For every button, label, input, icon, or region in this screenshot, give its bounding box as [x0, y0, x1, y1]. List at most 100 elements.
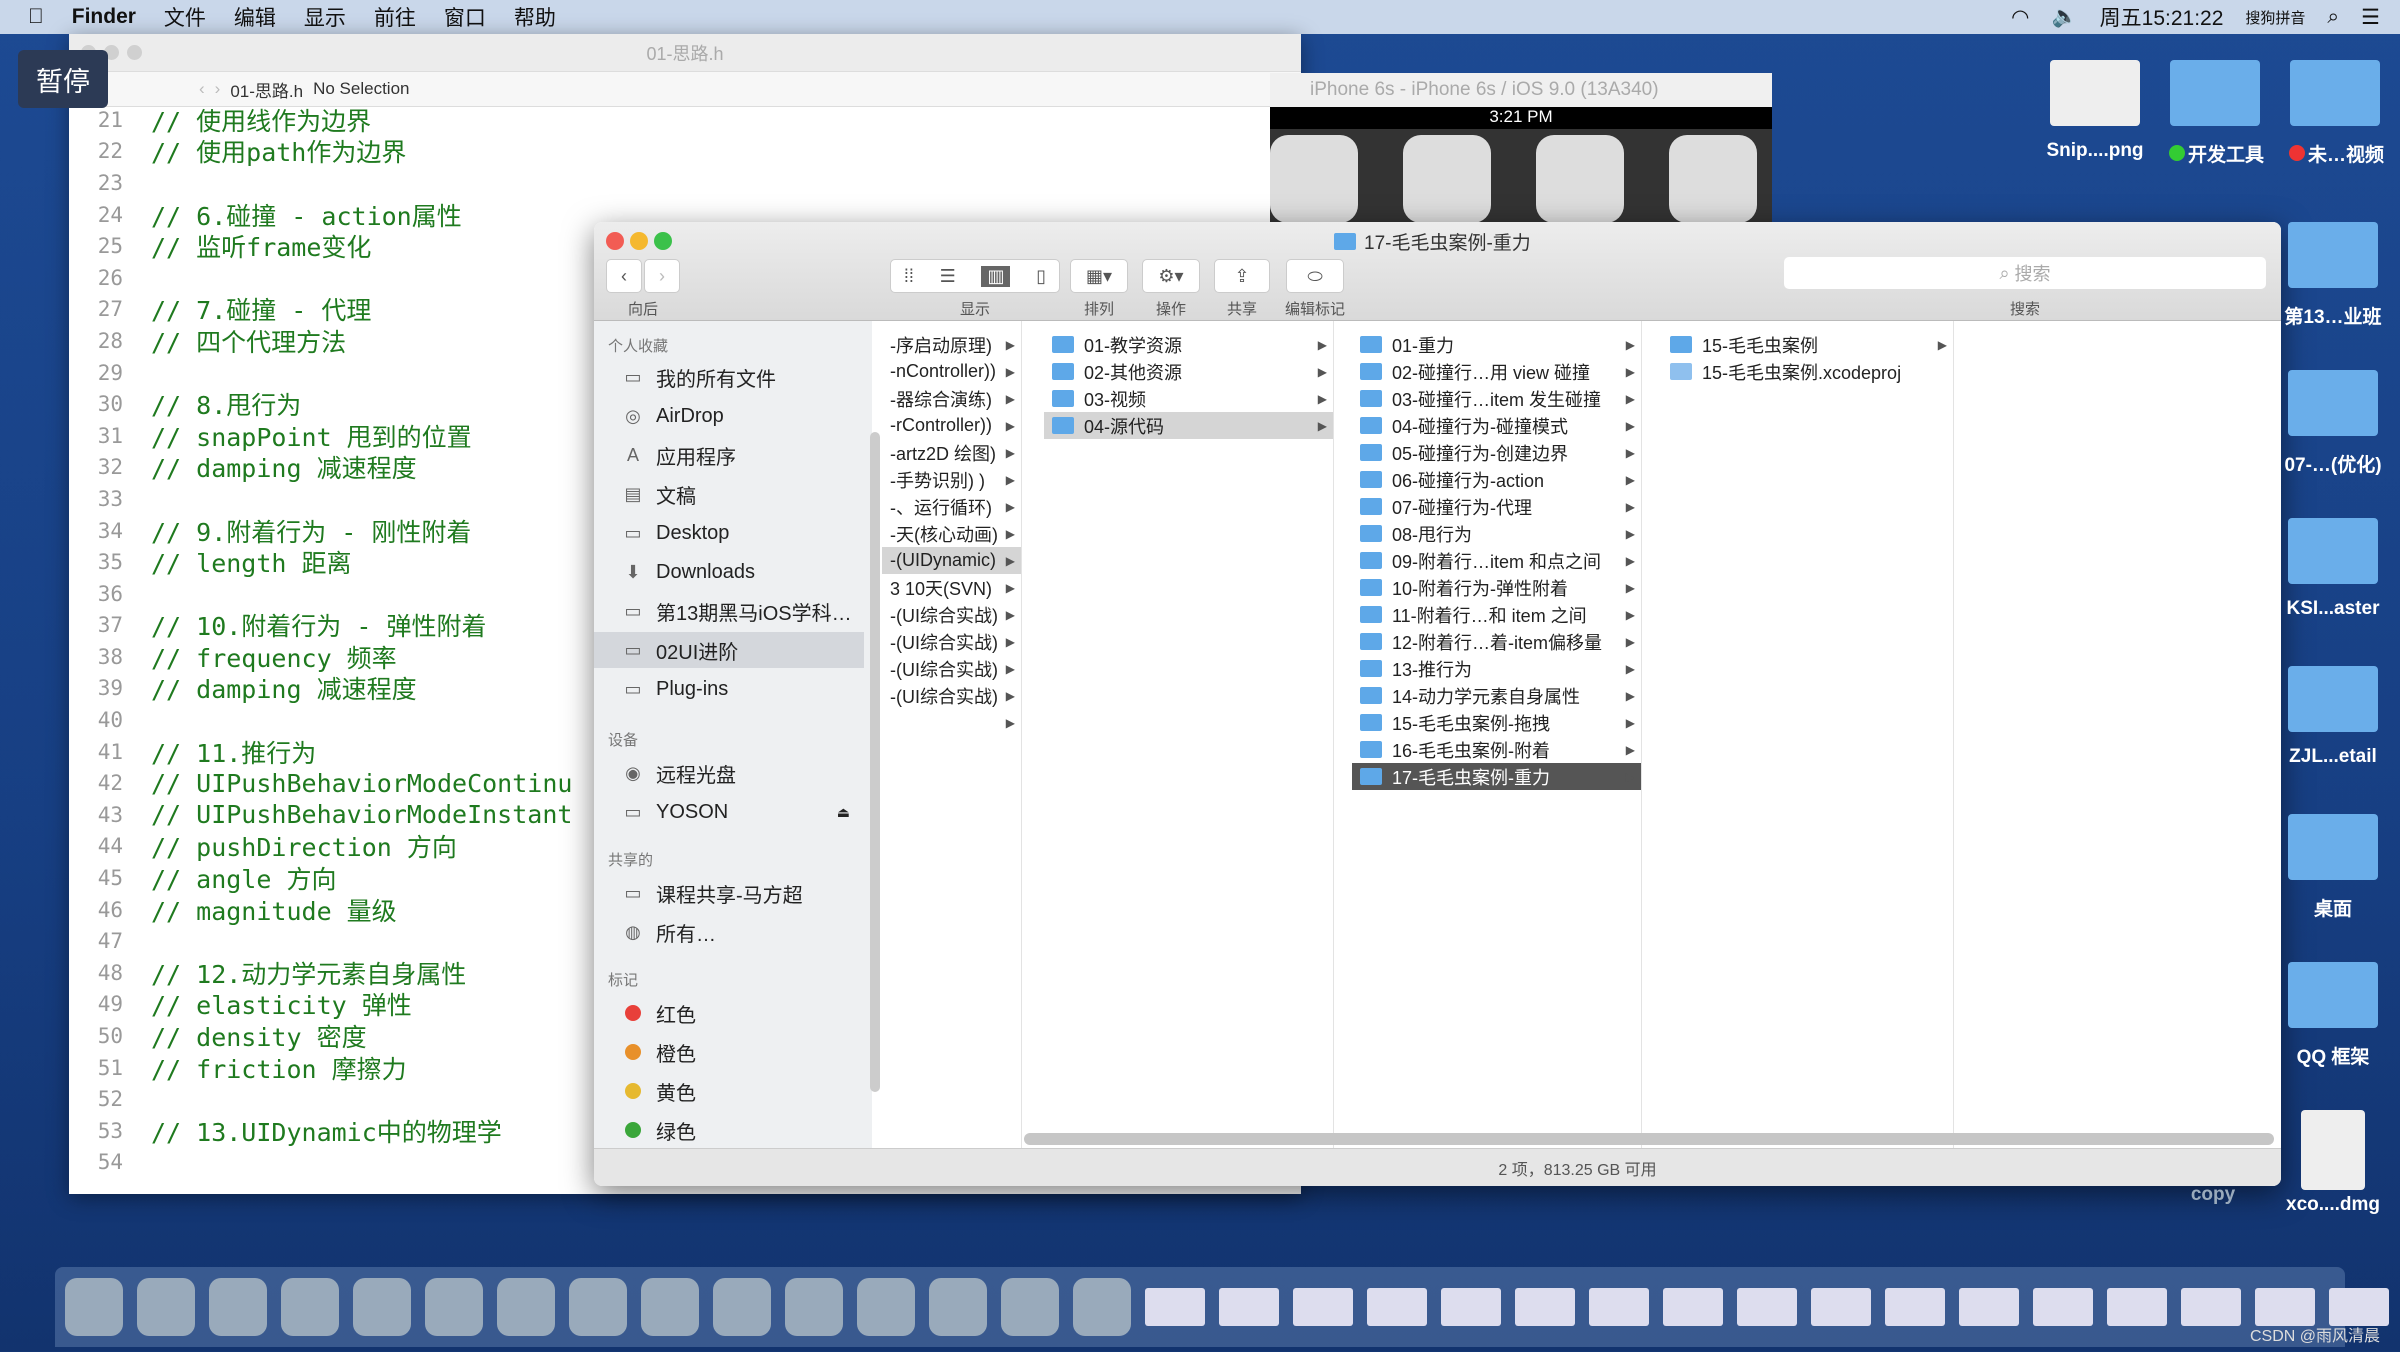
dock-app-icon[interactable] — [137, 1278, 195, 1336]
desktop-icon[interactable]: 07-…(优化) — [2278, 370, 2388, 477]
dock-app-icon[interactable] — [713, 1278, 771, 1336]
dock-minimized-window[interactable] — [1219, 1288, 1279, 1326]
sidebar-item[interactable]: ▭ 课程共享-马方超 — [594, 875, 864, 911]
file-row[interactable]: 03-视频 ▶ — [1044, 385, 1333, 412]
close-button[interactable] — [606, 232, 624, 250]
file-row[interactable]: 17-毛毛虫案例-重力 ▶ — [1352, 763, 1641, 790]
tags-button[interactable]: ⬭ — [1286, 259, 1344, 293]
sidebar-item[interactable]: ⬇ Downloads — [594, 554, 864, 590]
file-row[interactable]: ▶ — [882, 709, 1021, 736]
arrange-button[interactable]: ▦▾ — [1070, 259, 1128, 293]
dock-minimized-window[interactable] — [1589, 1288, 1649, 1326]
sidebar-item[interactable]: ▭ Plug-ins — [594, 671, 864, 707]
file-row[interactable]: -nController)) ▶ — [882, 358, 1021, 385]
dock-minimized-window[interactable] — [1811, 1288, 1871, 1326]
pause-badge[interactable]: 暂停 — [18, 50, 108, 108]
file-row[interactable]: 01-教学资源 ▶ — [1044, 331, 1333, 358]
desktop-icon[interactable]: xco....dmg — [2278, 1110, 2388, 1216]
dock-minimized-window[interactable] — [1737, 1288, 1797, 1326]
file-row[interactable]: 04-碰撞行为-碰撞模式 ▶ — [1352, 412, 1641, 439]
file-row[interactable]: 06-碰撞行为-action ▶ — [1352, 466, 1641, 493]
file-row[interactable]: 07-碰撞行为-代理 ▶ — [1352, 493, 1641, 520]
file-row[interactable]: 3 10天(SVN) ▶ — [882, 574, 1021, 601]
dock-app-icon[interactable] — [281, 1278, 339, 1336]
menu-go[interactable]: 前往 — [374, 2, 416, 32]
column-view-icon[interactable]: ▥ — [981, 265, 1011, 287]
notification-center-icon[interactable]: ☰ — [2361, 5, 2380, 30]
file-row[interactable]: 05-碰撞行为-创建边界 ▶ — [1352, 439, 1641, 466]
file-row[interactable]: -器综合演练) ▶ — [882, 385, 1021, 412]
share-button[interactable]: ⇪ — [1214, 259, 1270, 293]
volume-icon[interactable]: 🔈 — [2051, 5, 2077, 29]
sidebar-item[interactable]: 绿色 — [594, 1112, 864, 1148]
dock-app-icon[interactable] — [569, 1278, 627, 1336]
file-row[interactable]: -(UI综合实战) ▶ — [882, 601, 1021, 628]
icon-view-icon[interactable]: ⁞⁞ — [904, 266, 914, 287]
file-row[interactable]: -手势识别) ) ▶ — [882, 466, 1021, 493]
file-row[interactable]: 12-附着行…着-item偏移量 ▶ — [1352, 628, 1641, 655]
file-row[interactable]: 03-碰撞行…item 发生碰撞 ▶ — [1352, 385, 1641, 412]
breadcrumb-file[interactable]: 01-思路.h — [230, 77, 303, 102]
desktop-icon[interactable]: QQ 框架 — [2278, 962, 2388, 1069]
file-row[interactable]: 11-附着行…和 item 之间 ▶ — [1352, 601, 1641, 628]
apple-icon[interactable]:  — [28, 5, 44, 29]
file-row[interactable]: 16-毛毛虫案例-附着 ▶ — [1352, 736, 1641, 763]
sidebar-item[interactable]: ▭ 第13期黑马iOS学科… — [594, 593, 864, 629]
menu-help[interactable]: 帮助 — [514, 2, 556, 32]
desktop-icon-label[interactable]: copy — [2158, 1184, 2268, 1206]
file-row[interactable]: 15-毛毛虫案例-拖拽 ▶ — [1352, 709, 1641, 736]
file-row[interactable]: -、运行循环) ▶ — [882, 493, 1021, 520]
dock-minimized-window[interactable] — [2033, 1288, 2093, 1326]
dock-app-icon[interactable] — [1001, 1278, 1059, 1336]
dock-minimized-window[interactable] — [2181, 1288, 2241, 1326]
dock-minimized-window[interactable] — [2107, 1288, 2167, 1326]
sidebar-item[interactable]: ◉ 远程光盘 — [594, 755, 864, 791]
coverflow-view-icon[interactable]: ▯ — [1036, 266, 1046, 287]
menu-window[interactable]: 窗口 — [444, 2, 486, 32]
search-input[interactable]: ⌕ 搜索 — [1784, 257, 2266, 289]
file-row[interactable]: 15-毛毛虫案例.xcodeproj — [1662, 358, 1953, 385]
sidebar-item[interactable]: 黄色 — [594, 1073, 864, 1109]
dock-minimized-window[interactable] — [1515, 1288, 1575, 1326]
file-row[interactable]: 08-甩行为 ▶ — [1352, 520, 1641, 547]
file-row[interactable]: 04-源代码 ▶ — [1044, 412, 1333, 439]
sidebar-item[interactable]: ▭ Desktop — [594, 515, 864, 551]
dock-app-icon[interactable] — [497, 1278, 555, 1336]
dock-minimized-window[interactable] — [1367, 1288, 1427, 1326]
sidebar-item[interactable]: ◎ AirDrop — [594, 398, 864, 434]
file-row[interactable]: -序启动原理) ▶ — [882, 331, 1021, 358]
file-row[interactable]: -(UI综合实战) ▶ — [882, 628, 1021, 655]
menu-finder[interactable]: Finder — [72, 5, 136, 29]
dock-app-icon[interactable] — [209, 1278, 267, 1336]
file-row[interactable]: 14-动力学元素自身属性 ▶ — [1352, 682, 1641, 709]
desktop-icon[interactable]: Snip....png — [2040, 60, 2150, 162]
breadcrumb-selection[interactable]: No Selection — [313, 79, 409, 99]
dock-app-icon[interactable] — [353, 1278, 411, 1336]
sidebar-scrollbar[interactable] — [870, 432, 880, 1092]
dock-app-icon[interactable] — [65, 1278, 123, 1336]
action-button[interactable]: ⚙▾ — [1142, 259, 1200, 293]
file-row[interactable]: 09-附着行…item 和点之间 ▶ — [1352, 547, 1641, 574]
menu-file[interactable]: 文件 — [164, 2, 206, 32]
file-row[interactable]: -天(核心动画) ▶ — [882, 520, 1021, 547]
desktop-icon[interactable]: 未…视频 — [2280, 60, 2390, 167]
dock-minimized-window[interactable] — [1441, 1288, 1501, 1326]
view-switcher[interactable]: ⁞⁞ ☰ ▥ ▯ — [890, 259, 1060, 293]
eject-icon[interactable]: ⏏ — [837, 804, 850, 821]
sidebar-item[interactable]: ▭ 我的所有文件 — [594, 359, 864, 395]
sidebar-item[interactable]: ▤ 文稿 — [594, 476, 864, 512]
sidebar-item[interactable]: ◍ 所有… — [594, 914, 864, 950]
sidebar-item[interactable]: 红色 — [594, 995, 864, 1031]
dock-minimized-window[interactable] — [1145, 1288, 1205, 1326]
code-line[interactable]: 22 // 使用path作为边界 — [69, 136, 1301, 167]
desktop-icon[interactable]: ZJL...etail — [2278, 666, 2388, 768]
file-row[interactable]: 02-其他资源 ▶ — [1044, 358, 1333, 385]
file-row[interactable]: 13-推行为 ▶ — [1352, 655, 1641, 682]
dock-app-icon[interactable] — [929, 1278, 987, 1336]
dock-app-icon[interactable] — [1073, 1278, 1131, 1336]
file-row[interactable]: 02-碰撞行…用 view 碰撞 ▶ — [1352, 358, 1641, 385]
dock-minimized-window[interactable] — [1293, 1288, 1353, 1326]
desktop-icon[interactable]: 桌面 — [2278, 814, 2388, 921]
dock-minimized-window[interactable] — [1959, 1288, 2019, 1326]
file-row[interactable]: 15-毛毛虫案例 ▶ — [1662, 331, 1953, 358]
